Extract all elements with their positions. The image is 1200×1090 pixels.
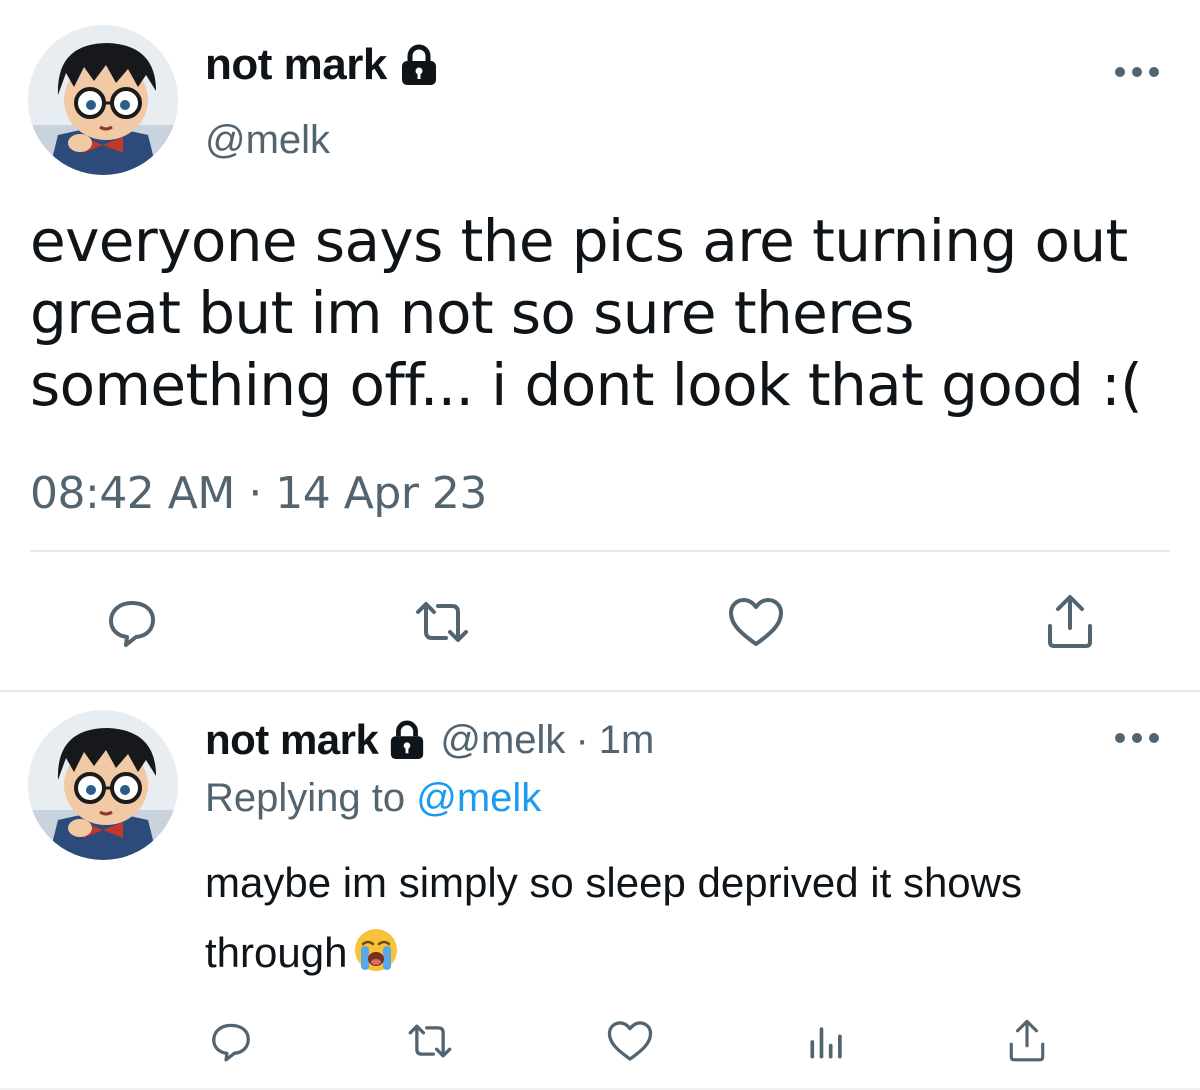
like-button[interactable] xyxy=(604,1016,656,1066)
analytics-button[interactable] xyxy=(802,1016,852,1066)
author-name-row: not mark xyxy=(205,40,439,90)
reply-header: not mark @melk · 1m xyxy=(205,716,654,764)
main-tweet: not mark @melk everyone says the pics ar… xyxy=(0,0,1200,690)
avatar-image xyxy=(28,710,178,860)
like-icon xyxy=(607,1021,653,1061)
reply-icon xyxy=(212,1023,250,1062)
separator: · xyxy=(575,717,589,762)
like-icon xyxy=(729,598,783,646)
tweet-thread: not mark @melk everyone says the pics ar… xyxy=(0,0,1200,1090)
lock-icon xyxy=(388,719,426,761)
reply-icon xyxy=(109,601,155,647)
author-handle[interactable]: @melk xyxy=(440,718,565,763)
author-handle[interactable]: @melk xyxy=(205,118,330,163)
retweet-icon xyxy=(408,1024,452,1058)
avatar-image xyxy=(28,25,178,175)
tweet-timestamp[interactable]: 08:42 AM · 14 Apr 23 xyxy=(30,468,487,519)
display-name[interactable]: not mark xyxy=(205,40,387,90)
lock-icon xyxy=(399,43,439,87)
retweet-icon xyxy=(416,602,468,642)
retweet-button[interactable] xyxy=(404,1016,456,1066)
share-button[interactable] xyxy=(1002,1016,1052,1066)
divider xyxy=(0,690,1200,692)
reply-text-block: maybe im simply so sleep deprived it sho… xyxy=(205,848,1165,988)
analytics-icon xyxy=(810,1027,842,1059)
reply-button[interactable] xyxy=(206,1016,256,1066)
avatar[interactable] xyxy=(28,710,178,860)
reply-button[interactable] xyxy=(100,590,164,654)
replying-handle-link[interactable]: @melk xyxy=(416,776,541,820)
avatar[interactable] xyxy=(28,25,178,175)
more-icon[interactable] xyxy=(1112,62,1162,82)
display-name[interactable]: not mark xyxy=(205,716,379,764)
replying-label: Replying to xyxy=(205,776,417,820)
tweet-text: maybe im simply so sleep deprived it sho… xyxy=(205,859,1022,976)
tweet-age[interactable]: 1m xyxy=(599,718,655,763)
share-icon xyxy=(1048,595,1092,648)
share-icon xyxy=(1009,1019,1045,1062)
replying-to: Replying to @melk xyxy=(205,776,541,821)
share-button[interactable] xyxy=(1038,590,1102,654)
like-button[interactable] xyxy=(724,590,788,654)
loudly-crying-face-icon xyxy=(353,924,399,971)
more-icon[interactable] xyxy=(1112,728,1162,748)
retweet-button[interactable] xyxy=(410,590,474,654)
tweet-text: everyone says the pics are turning out g… xyxy=(30,207,1143,419)
divider xyxy=(30,550,1170,552)
